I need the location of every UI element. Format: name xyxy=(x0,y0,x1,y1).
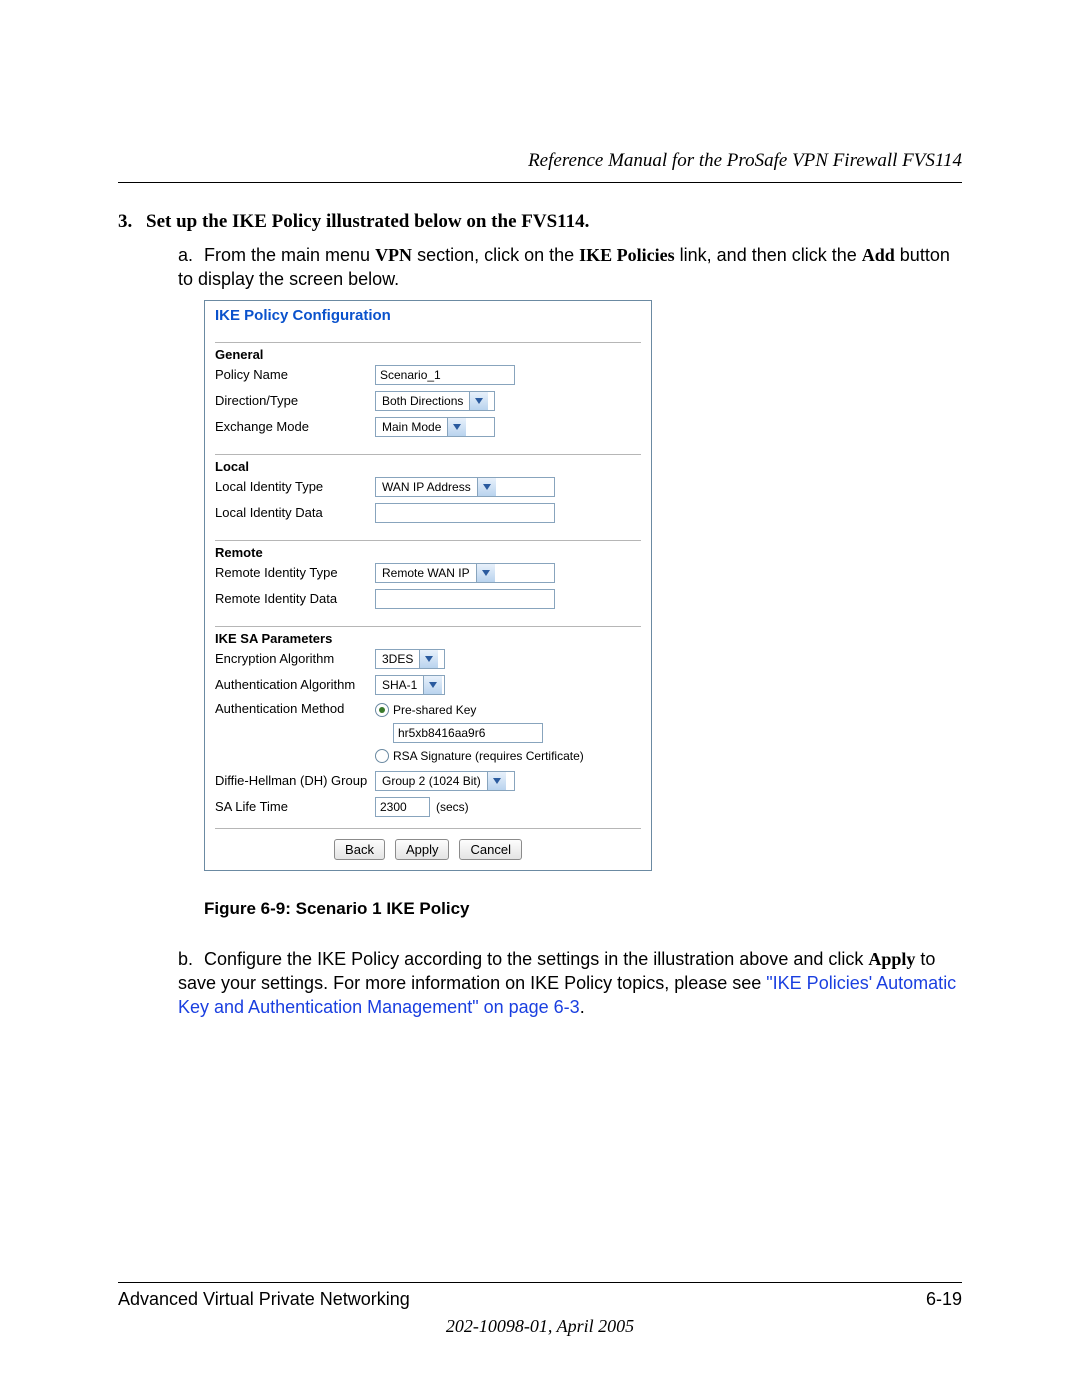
encryption-alg-label: Encryption Algorithm xyxy=(215,651,375,666)
substep-b: b.Configure the IKE Policy according to … xyxy=(178,947,962,1020)
auth-alg-select[interactable]: SHA-1 xyxy=(375,675,445,695)
panel-title: IKE Policy Configuration xyxy=(215,305,641,328)
auth-alg-value: SHA-1 xyxy=(376,678,423,692)
substep-a: a.From the main menu VPN section, click … xyxy=(178,243,962,292)
remote-id-type-label: Remote Identity Type xyxy=(215,565,375,580)
chevron-down-icon xyxy=(469,392,488,410)
sa-params-heading: IKE SA Parameters xyxy=(215,626,641,646)
remote-heading: Remote xyxy=(215,540,641,560)
ike-policies-bold: IKE Policies xyxy=(579,245,675,265)
rsa-label: RSA Signature (requires Certificate) xyxy=(393,749,584,763)
auth-method-label: Authentication Method xyxy=(215,701,375,716)
vpn-bold: VPN xyxy=(375,245,412,265)
local-id-type-label: Local Identity Type xyxy=(215,479,375,494)
footer-docid: 202-10098-01, April 2005 xyxy=(118,1316,962,1337)
remote-id-type-select[interactable]: Remote WAN IP xyxy=(375,563,555,583)
dh-group-select[interactable]: Group 2 (1024 Bit) xyxy=(375,771,515,791)
substep-b-period: . xyxy=(580,997,585,1017)
dh-group-value: Group 2 (1024 Bit) xyxy=(376,774,487,788)
remote-id-data-input[interactable] xyxy=(375,589,555,609)
substep-a-marker: a. xyxy=(178,243,204,267)
apply-bold: Apply xyxy=(868,949,915,969)
dh-group-label: Diffie-Hellman (DH) Group xyxy=(215,773,375,788)
substep-a-mid1: section, click on the xyxy=(412,245,579,265)
exchange-mode-label: Exchange Mode xyxy=(215,419,375,434)
step-title-text: Set up the IKE Policy illustrated below … xyxy=(146,211,589,232)
radio-unchecked-icon xyxy=(375,749,389,763)
rsa-radio-option[interactable]: RSA Signature (requires Certificate) xyxy=(375,747,584,765)
substep-a-mid2: link, and then click the xyxy=(675,245,862,265)
encryption-alg-value: 3DES xyxy=(376,652,419,666)
chevron-down-icon xyxy=(487,772,506,790)
sa-life-label: SA Life Time xyxy=(215,799,375,814)
policy-name-label: Policy Name xyxy=(215,367,375,382)
page-footer: Advanced Virtual Private Networking 6-19… xyxy=(118,1282,962,1337)
chevron-down-icon xyxy=(477,478,496,496)
remote-id-type-value: Remote WAN IP xyxy=(376,566,476,580)
add-bold: Add xyxy=(862,245,895,265)
encryption-alg-select[interactable]: 3DES xyxy=(375,649,445,669)
psk-radio-option[interactable]: Pre-shared Key xyxy=(375,701,476,719)
sa-life-input[interactable] xyxy=(375,797,430,817)
chevron-down-icon xyxy=(447,418,466,436)
page-header-title: Reference Manual for the ProSafe VPN Fir… xyxy=(118,150,962,183)
apply-button[interactable]: Apply xyxy=(395,839,450,860)
radio-checked-icon xyxy=(375,703,389,717)
chevron-down-icon xyxy=(419,650,438,668)
step-heading: 3.Set up the IKE Policy illustrated belo… xyxy=(118,211,962,233)
general-heading: General xyxy=(215,342,641,362)
direction-type-value: Both Directions xyxy=(376,394,469,408)
direction-type-label: Direction/Type xyxy=(215,393,375,408)
sa-life-unit: (secs) xyxy=(436,800,469,814)
remote-id-data-label: Remote Identity Data xyxy=(215,591,375,606)
footer-chapter: Advanced Virtual Private Networking xyxy=(118,1289,410,1310)
local-heading: Local xyxy=(215,454,641,474)
substep-b-t1: Configure the IKE Policy according to th… xyxy=(204,949,868,969)
ike-policy-screenshot: IKE Policy Configuration General Policy … xyxy=(204,300,652,871)
back-button[interactable]: Back xyxy=(334,839,385,860)
psk-label: Pre-shared Key xyxy=(393,703,476,717)
psk-value-input[interactable] xyxy=(393,723,543,743)
substep-b-marker: b. xyxy=(178,947,204,971)
substep-a-pre: From the main menu xyxy=(204,245,375,265)
local-id-type-value: WAN IP Address xyxy=(376,480,477,494)
figure-caption: Figure 6-9: Scenario 1 IKE Policy xyxy=(204,899,962,919)
policy-name-input[interactable] xyxy=(375,365,515,385)
chevron-down-icon xyxy=(423,676,442,694)
exchange-mode-select[interactable]: Main Mode xyxy=(375,417,495,437)
footer-page-number: 6-19 xyxy=(926,1289,962,1310)
auth-alg-label: Authentication Algorithm xyxy=(215,677,375,692)
local-id-data-input[interactable] xyxy=(375,503,555,523)
exchange-mode-value: Main Mode xyxy=(376,420,447,434)
ike-policy-panel: IKE Policy Configuration General Policy … xyxy=(204,300,652,871)
step-number: 3. xyxy=(118,211,146,233)
chevron-down-icon xyxy=(476,564,495,582)
local-id-data-label: Local Identity Data xyxy=(215,505,375,520)
cancel-button[interactable]: Cancel xyxy=(459,839,521,860)
direction-type-select[interactable]: Both Directions xyxy=(375,391,495,411)
local-id-type-select[interactable]: WAN IP Address xyxy=(375,477,555,497)
